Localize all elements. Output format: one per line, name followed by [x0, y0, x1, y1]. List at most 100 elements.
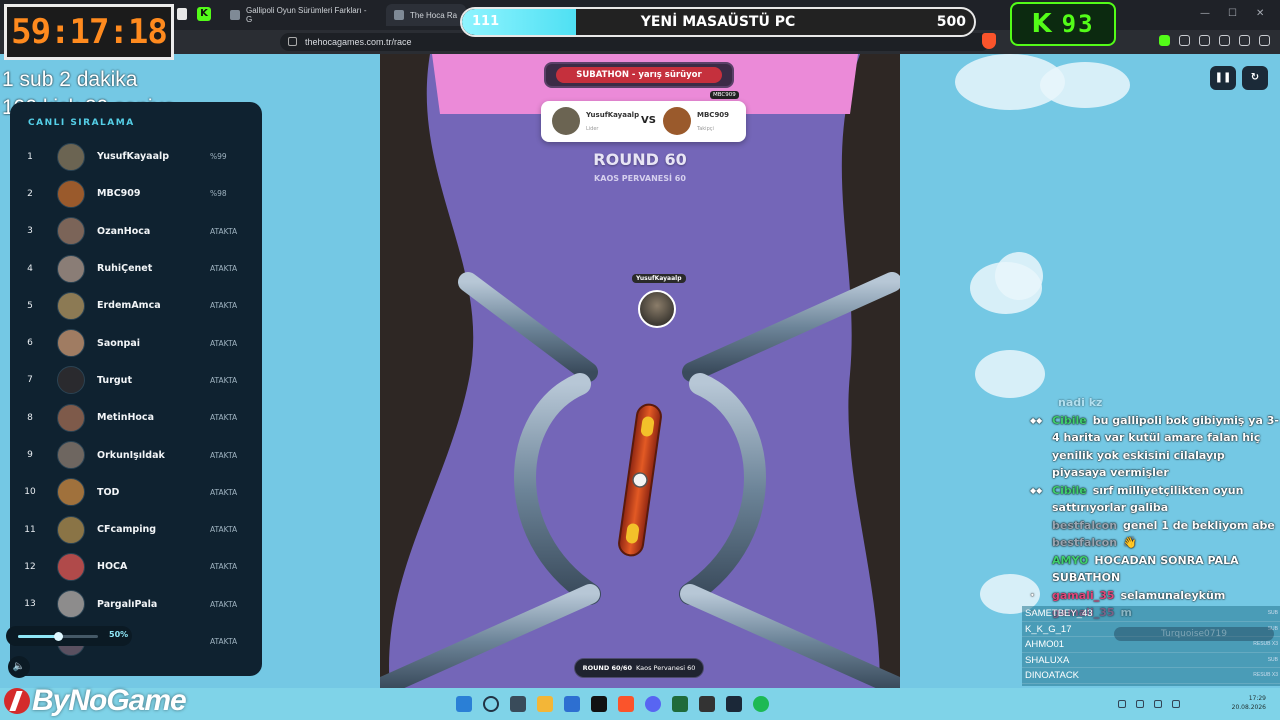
maximize-icon[interactable]: ☐	[1228, 8, 1237, 19]
player-name: TOD	[97, 486, 120, 498]
leaderboard-row: 2 MBC909 %98	[10, 175, 262, 212]
windows-taskbar: 17:29 20.08.2026	[0, 688, 1280, 720]
player-name: OzanHoca	[97, 225, 151, 237]
system-clock[interactable]: 17:29 20.08.2026	[1232, 694, 1266, 712]
steam-icon[interactable]	[726, 696, 742, 712]
wifi-icon[interactable]	[1154, 700, 1162, 708]
player-rank: 4	[27, 263, 33, 274]
extensions-icon[interactable]	[1179, 35, 1190, 46]
player-status: ATAKTA	[210, 487, 238, 497]
recent-sub-type: SUB	[1267, 610, 1278, 616]
store-icon[interactable]	[564, 696, 580, 712]
recent-sub-row: SHALUXA SUB	[1022, 653, 1280, 668]
chat-message: bestfalcon 👋	[1030, 534, 1280, 552]
chat-message: • gamali_35 selamunaleyküm	[1030, 587, 1280, 605]
recent-sub-name: AHMO01	[1025, 639, 1065, 650]
volume-handle[interactable]	[54, 632, 63, 641]
chat-badge-icon: ◆◆	[1030, 485, 1043, 495]
recent-sub-type: RESUB X3	[1253, 672, 1278, 678]
minimize-icon[interactable]: —	[1200, 8, 1210, 19]
discord-icon[interactable]	[645, 696, 661, 712]
player-rank: 5	[27, 300, 33, 311]
recent-sub-row: SAMETBEY_43 SUB	[1022, 606, 1280, 622]
player-status: ATAKTA	[210, 525, 238, 535]
restart-icon: ↻	[1250, 72, 1260, 83]
chat-username[interactable]: AMYO	[1052, 554, 1088, 567]
recent-sub-name: DINOATACK	[1025, 670, 1080, 681]
volume-track[interactable]	[18, 632, 98, 641]
player-avatar	[57, 329, 85, 358]
shield-icon[interactable]	[1239, 35, 1250, 46]
start-icon[interactable]	[456, 696, 472, 712]
close-icon[interactable]: ✕	[1256, 8, 1264, 19]
chat-badge-icon	[1030, 517, 1052, 535]
kick-extension-icon[interactable]	[1159, 35, 1170, 46]
site-info-icon[interactable]	[288, 37, 297, 46]
player-status: ATAKTA	[210, 413, 238, 423]
chat-username[interactable]: bestfalcon	[1052, 519, 1117, 532]
player-status: %98	[210, 189, 227, 199]
challenger-avatar	[663, 107, 691, 135]
player-name: MBC909	[97, 188, 141, 200]
chat-username[interactable]: Cibile	[1052, 414, 1087, 427]
leaderboard-row: 9 OrkunIşıldak ATAKTA	[10, 436, 262, 473]
runner-up-tag: MBC909	[710, 91, 739, 99]
challenger-role: Takipçi	[697, 126, 714, 132]
media-icon[interactable]	[1199, 35, 1210, 46]
kick-logo-icon: K	[1031, 9, 1052, 39]
kick-count-badge: K 93	[1010, 2, 1116, 46]
spotify-icon[interactable]	[753, 696, 769, 712]
leader-role: Lider	[586, 126, 599, 132]
chat-badge-icon	[1030, 552, 1052, 587]
tray-chevron-icon[interactable]	[1118, 700, 1126, 708]
leaderboard-row: 7 Turgut ATAKTA	[10, 362, 262, 399]
round-subtitle: KAOS PERVANESİ 60	[594, 174, 686, 183]
leaderboard-row: 5 ErdemAmca ATAKTA	[10, 287, 262, 324]
downloads-icon[interactable]	[1219, 35, 1230, 46]
player-avatar	[57, 552, 85, 581]
player-rank: 8	[27, 412, 33, 423]
notion-icon[interactable]	[591, 696, 607, 712]
player-name: CFcamping	[97, 524, 157, 536]
chat-username[interactable]: Cibile	[1052, 484, 1087, 497]
kick-tab-icon[interactable]: K	[197, 7, 211, 21]
chat-username[interactable]: bestfalcon	[1052, 536, 1117, 549]
leaderboard-row: 4 RuhiÇenet ATAKTA	[10, 250, 262, 287]
brand-logo: ByNoGame	[4, 684, 187, 718]
player-rank: 9	[27, 450, 33, 461]
player-avatar	[57, 179, 85, 208]
player-name: YusufKayaalp	[97, 151, 170, 163]
pause-icon: ❚❚	[1214, 72, 1232, 83]
speaker-icon[interactable]: 🔈	[8, 656, 30, 678]
mic-icon[interactable]	[1136, 700, 1144, 708]
brave-shield-icon[interactable]	[982, 33, 996, 49]
obs-icon[interactable]	[699, 696, 715, 712]
volume-slider[interactable]: 50%	[6, 626, 132, 646]
task-view-icon[interactable]	[510, 696, 526, 712]
file-explorer-icon[interactable]	[537, 696, 553, 712]
tab-gallipoli[interactable]: Gallipoli Oyun Sürümleri Farkları - G	[222, 4, 382, 26]
race-game-canvas[interactable]: SUBATHON - yarış sürüyor MBC909 YusufKay…	[380, 54, 900, 688]
subathon-timer: 59:17:18	[4, 4, 174, 60]
tab-hoca-race[interactable]: The Hoca Ra	[386, 4, 466, 26]
player-name: RuhiÇenet	[97, 263, 153, 275]
chat-username[interactable]: gamali_35	[1052, 589, 1115, 602]
player-status: ATAKTA	[210, 264, 238, 274]
player-name: HOCA	[97, 561, 128, 573]
chat-message: ◆◆ Cibile sırf milliyetçilikten oyun sattı…	[1030, 482, 1280, 517]
recent-sub-name: SHALUXA	[1025, 654, 1070, 666]
pause-button[interactable]: ❚❚	[1210, 66, 1236, 90]
clock-date: 20.08.2026	[1231, 704, 1266, 711]
clock-time: 17:29	[1248, 695, 1266, 702]
search-icon[interactable]	[483, 696, 499, 712]
tab-app-icon[interactable]	[177, 8, 187, 20]
volume-icon[interactable]	[1172, 700, 1180, 708]
chat-message: bestfalcon genel 1 de bekliyom abe	[1030, 517, 1280, 535]
menu-icon[interactable]	[1259, 35, 1270, 46]
brave-icon[interactable]	[618, 696, 634, 712]
round-title: ROUND 60	[593, 150, 687, 169]
player-name: OrkunIşıldak	[97, 449, 165, 461]
leaderboard-title: CANLI SIRALAMA	[28, 118, 135, 128]
whatsapp-icon[interactable]	[672, 696, 688, 712]
restart-button[interactable]: ↻	[1242, 66, 1268, 90]
